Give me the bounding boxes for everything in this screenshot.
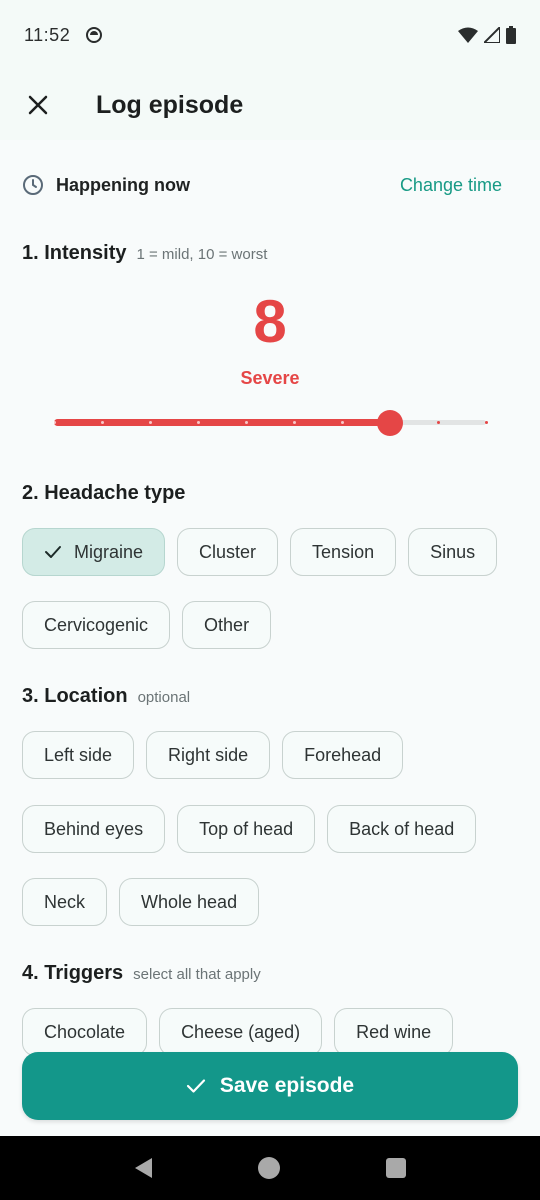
chip-label: Cluster — [199, 541, 257, 562]
chip-other[interactable]: Other — [182, 601, 272, 649]
chip-right-side[interactable]: Right side — [146, 731, 271, 779]
slider-fill — [54, 419, 390, 426]
headache-type-row-2: Cervicogenic Other — [22, 601, 272, 649]
status-time: 11:52 — [24, 24, 71, 45]
battery-icon — [506, 26, 516, 44]
chip-label: Neck — [44, 891, 86, 912]
location-title: 3. Location — [22, 685, 128, 707]
chip-label: Cheese (aged) — [181, 1021, 301, 1042]
back-icon[interactable] — [134, 1158, 152, 1178]
wifi-icon — [458, 27, 478, 43]
slider-tick — [245, 421, 248, 424]
slider-tick — [437, 421, 440, 424]
intensity-level-label: Severe — [240, 368, 300, 388]
chip-cheese-aged[interactable]: Cheese (aged) — [159, 1008, 323, 1056]
form-content[interactable]: Happening now Change time 1. Intensity 1… — [0, 140, 540, 1140]
triggers-hint: select all that apply — [133, 966, 261, 983]
close-button[interactable] — [24, 91, 52, 119]
chip-label: Chocolate — [44, 1021, 126, 1042]
chip-label: Whole head — [141, 891, 238, 912]
location-row-2: Behind eyes Top of head Back of head — [22, 805, 477, 853]
chip-label: Behind eyes — [44, 818, 144, 839]
chip-neck[interactable]: Neck — [22, 878, 108, 926]
app-bar: Log episode — [0, 70, 540, 140]
status-icons — [458, 26, 516, 44]
notification-icon — [86, 27, 103, 43]
headache-type-header: 2. Headache type — [22, 482, 185, 505]
time-row: Happening now Change time — [22, 172, 502, 198]
chip-label: Cervicogenic — [44, 614, 149, 635]
intensity-hint: 1 = mild, 10 = worst — [136, 246, 268, 263]
system-nav-bar — [0, 1136, 540, 1200]
slider-thumb[interactable] — [377, 410, 403, 436]
chip-label: Red wine — [356, 1021, 432, 1042]
slider-tick — [293, 421, 296, 424]
save-container: Save episode — [22, 1052, 518, 1120]
chip-label: Back of head — [349, 818, 455, 839]
intensity-header: 1. Intensity 1 = mild, 10 = worst — [22, 242, 267, 265]
location-hint: optional — [137, 689, 191, 706]
intensity-value: 8 — [253, 288, 287, 355]
chip-label: Tension — [312, 541, 375, 562]
slider-tick — [101, 421, 104, 424]
signal-icon — [484, 27, 500, 43]
slider-tick — [196, 421, 200, 424]
intensity-title: 1. Intensity — [22, 242, 127, 264]
clock-icon — [23, 175, 43, 195]
recents-icon[interactable] — [385, 1158, 406, 1178]
save-button-label: Save episode — [219, 1074, 355, 1097]
chip-behind-eyes[interactable]: Behind eyes — [22, 805, 166, 853]
chip-label: Forehead — [304, 744, 382, 765]
chip-cluster[interactable]: Cluster — [177, 528, 279, 576]
headache-type-title: 2. Headache type — [22, 482, 186, 504]
chip-whole-head[interactable]: Whole head — [119, 878, 260, 926]
location-row-3: Neck Whole head — [22, 878, 260, 926]
chip-migraine[interactable]: Migraine — [22, 528, 166, 576]
chip-label: Left side — [44, 744, 113, 765]
slider-tick — [149, 421, 152, 424]
home-icon[interactable] — [257, 1157, 280, 1179]
triggers-title: 4. Triggers — [22, 962, 124, 984]
chip-chocolate[interactable]: Chocolate — [22, 1008, 148, 1056]
check-icon — [44, 545, 62, 559]
change-time-link[interactable]: Change time — [400, 175, 502, 196]
location-row-1: Left side Right side Forehead — [22, 731, 404, 779]
chip-red-wine[interactable]: Red wine — [334, 1008, 454, 1056]
slider-tick — [340, 421, 344, 424]
chip-label: Sinus — [430, 541, 476, 562]
slider-tick — [53, 421, 56, 424]
chip-label: Right side — [168, 744, 249, 765]
chip-tension[interactable]: Tension — [290, 528, 397, 576]
chip-cervicogenic[interactable]: Cervicogenic — [22, 601, 171, 649]
chip-label: Top of head — [199, 818, 294, 839]
intensity-slider[interactable] — [53, 410, 488, 436]
chip-back-of-head[interactable]: Back of head — [327, 805, 477, 853]
close-icon — [28, 95, 48, 115]
chip-sinus[interactable]: Sinus — [408, 528, 498, 576]
chip-label: Other — [204, 614, 250, 635]
location-header: 3. Location optional — [22, 685, 190, 708]
chip-left-side[interactable]: Left side — [22, 731, 135, 779]
chip-label: Migraine — [74, 541, 144, 562]
triggers-row-1: Chocolate Cheese (aged) Red wine — [22, 1008, 454, 1056]
slider-tick — [485, 421, 488, 424]
chip-forehead[interactable]: Forehead — [282, 731, 404, 779]
status-bar: 11:52 — [0, 0, 540, 70]
triggers-header: 4. Triggers select all that apply — [22, 962, 261, 985]
chip-top-of-head[interactable]: Top of head — [177, 805, 316, 853]
time-label: Happening now — [56, 174, 190, 195]
page-title: Log episode — [96, 90, 244, 119]
save-episode-button[interactable]: Save episode — [22, 1052, 518, 1120]
check-icon — [186, 1078, 206, 1094]
headache-type-row-1: Migraine Cluster Tension Sinus — [22, 528, 498, 576]
